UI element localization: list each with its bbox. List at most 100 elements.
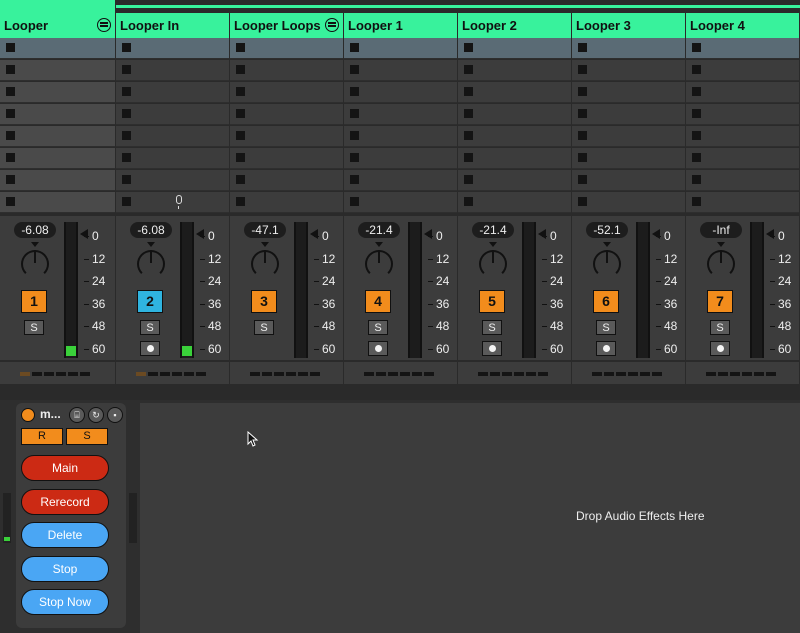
arm-button[interactable] bbox=[368, 341, 388, 356]
clip-slot[interactable] bbox=[686, 192, 799, 213]
clip-stop-button[interactable] bbox=[350, 153, 359, 162]
clip-stop-button[interactable] bbox=[350, 175, 359, 184]
clip-slot[interactable] bbox=[572, 60, 685, 81]
clip-slot[interactable] bbox=[0, 126, 115, 147]
clip-stop-button[interactable] bbox=[578, 109, 587, 118]
clip-slot[interactable] bbox=[686, 38, 799, 59]
volume-readout[interactable]: -21.4 bbox=[358, 222, 400, 238]
clip-slot[interactable] bbox=[116, 82, 229, 103]
volume-fader-handle-icon[interactable] bbox=[538, 229, 546, 239]
clip-stop-button[interactable] bbox=[122, 87, 131, 96]
pan-knob[interactable] bbox=[251, 250, 279, 278]
group-fold-icon[interactable] bbox=[97, 18, 111, 32]
clip-slot[interactable] bbox=[230, 60, 343, 81]
clip-stop-button[interactable] bbox=[464, 43, 473, 52]
track-header-3[interactable]: Looper Loops bbox=[230, 13, 344, 38]
clip-stop-button[interactable] bbox=[236, 175, 245, 184]
audio-effects-drop-zone[interactable]: Drop Audio Effects Here bbox=[140, 403, 800, 633]
clip-slot[interactable] bbox=[572, 38, 685, 59]
clip-slot[interactable] bbox=[686, 104, 799, 125]
clip-stop-button[interactable] bbox=[464, 87, 473, 96]
clip-slot[interactable] bbox=[344, 82, 457, 103]
clip-slot[interactable] bbox=[572, 148, 685, 169]
clip-slot[interactable] bbox=[230, 82, 343, 103]
volume-fader-handle-icon[interactable] bbox=[766, 229, 774, 239]
clip-slot[interactable] bbox=[230, 126, 343, 147]
clip-slot[interactable] bbox=[344, 170, 457, 191]
volume-readout[interactable]: -6.08 bbox=[130, 222, 172, 238]
track-activator-button[interactable]: 4 bbox=[365, 290, 391, 313]
clip-slot[interactable] bbox=[344, 104, 457, 125]
clip-stop-button[interactable] bbox=[464, 197, 473, 206]
clip-stop-button[interactable] bbox=[236, 87, 245, 96]
solo-button[interactable]: S bbox=[24, 320, 44, 335]
clip-stop-button[interactable] bbox=[350, 87, 359, 96]
clip-slot[interactable] bbox=[572, 126, 685, 147]
stop-button[interactable]: Stop bbox=[21, 555, 109, 582]
solo-button[interactable]: S bbox=[710, 320, 730, 335]
clip-slot[interactable] bbox=[458, 126, 571, 147]
clip-stop-button[interactable] bbox=[578, 43, 587, 52]
device-map-icon[interactable]: ⌸ bbox=[69, 407, 85, 423]
clip-stop-button[interactable] bbox=[578, 197, 587, 206]
clip-stop-button[interactable] bbox=[236, 153, 245, 162]
arm-button[interactable] bbox=[596, 341, 616, 356]
volume-readout[interactable]: -47.1 bbox=[244, 222, 286, 238]
clip-stop-button[interactable] bbox=[464, 175, 473, 184]
clip-slot[interactable] bbox=[116, 170, 229, 191]
solo-button[interactable]: S bbox=[254, 320, 274, 335]
clip-slot[interactable] bbox=[230, 38, 343, 59]
clip-stop-button[interactable] bbox=[122, 175, 131, 184]
clip-stop-button[interactable] bbox=[350, 65, 359, 74]
track-header-1[interactable]: Looper bbox=[0, 0, 116, 38]
volume-fader-handle-icon[interactable] bbox=[196, 229, 204, 239]
track-header-2[interactable]: Looper In bbox=[116, 13, 230, 38]
clip-stop-button[interactable] bbox=[578, 131, 587, 140]
volume-fader-handle-icon[interactable] bbox=[652, 229, 660, 239]
clip-slot[interactable] bbox=[116, 104, 229, 125]
clip-stop-button[interactable] bbox=[464, 131, 473, 140]
clip-stop-button[interactable] bbox=[464, 109, 473, 118]
track-activator-button[interactable]: 3 bbox=[251, 290, 277, 313]
clip-stop-button[interactable] bbox=[236, 197, 245, 206]
clip-stop-button[interactable] bbox=[236, 131, 245, 140]
clip-stop-button[interactable] bbox=[692, 153, 701, 162]
clip-slot[interactable] bbox=[458, 192, 571, 213]
pan-knob[interactable] bbox=[593, 250, 621, 278]
track-activator-button[interactable]: 1 bbox=[21, 290, 47, 313]
track-header-6[interactable]: Looper 3 bbox=[572, 13, 686, 38]
clip-stop-button[interactable] bbox=[692, 87, 701, 96]
clip-stop-button[interactable] bbox=[692, 131, 701, 140]
solo-button[interactable]: S bbox=[140, 320, 160, 335]
pan-knob[interactable] bbox=[479, 250, 507, 278]
clip-stop-button[interactable] bbox=[692, 43, 701, 52]
clip-stop-button[interactable] bbox=[578, 87, 587, 96]
clip-stop-button[interactable] bbox=[6, 65, 15, 74]
clip-slot[interactable] bbox=[116, 192, 229, 213]
clip-stop-button[interactable] bbox=[6, 43, 15, 52]
clip-stop-button[interactable] bbox=[6, 153, 15, 162]
stop-now-button[interactable]: Stop Now bbox=[21, 589, 109, 615]
clip-stop-button[interactable] bbox=[578, 153, 587, 162]
arm-button[interactable] bbox=[140, 341, 160, 356]
device-refresh-icon[interactable]: ↻ bbox=[88, 407, 104, 423]
volume-readout[interactable]: -52.1 bbox=[586, 222, 628, 238]
clip-stop-button[interactable] bbox=[122, 131, 131, 140]
clip-slot[interactable] bbox=[458, 170, 571, 191]
solo-button[interactable]: S bbox=[596, 320, 616, 335]
clip-stop-button[interactable] bbox=[578, 65, 587, 74]
clip-slot[interactable] bbox=[686, 148, 799, 169]
clip-slot[interactable] bbox=[572, 104, 685, 125]
clip-stop-button[interactable] bbox=[122, 197, 131, 206]
clip-stop-button[interactable] bbox=[236, 109, 245, 118]
clip-slot[interactable] bbox=[116, 126, 229, 147]
device-power-button[interactable] bbox=[21, 408, 35, 422]
clip-stop-button[interactable] bbox=[122, 153, 131, 162]
volume-readout[interactable]: -6.08 bbox=[14, 222, 56, 238]
clip-slot[interactable] bbox=[230, 148, 343, 169]
clip-slot[interactable] bbox=[572, 170, 685, 191]
clip-slot[interactable] bbox=[458, 60, 571, 81]
pan-knob[interactable] bbox=[21, 250, 49, 278]
pan-knob[interactable] bbox=[365, 250, 393, 278]
clip-slot[interactable] bbox=[0, 192, 115, 213]
